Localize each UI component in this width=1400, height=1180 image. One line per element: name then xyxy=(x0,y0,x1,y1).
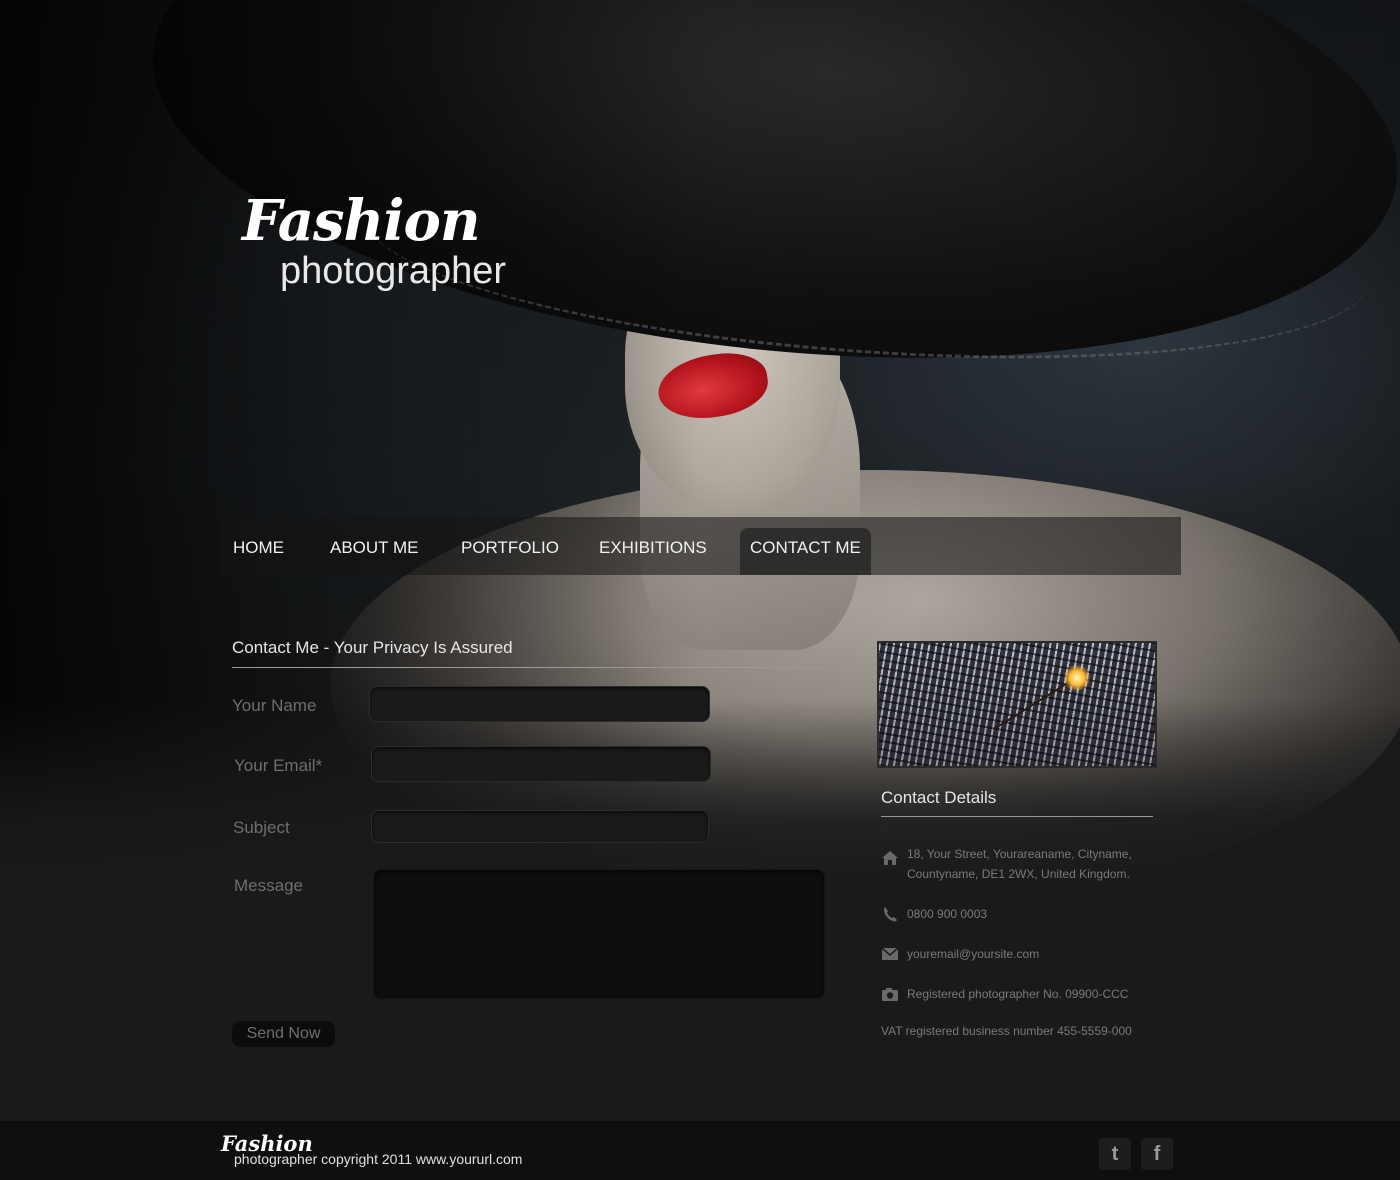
nav-exhibitions[interactable]: EXHIBITIONS xyxy=(599,517,707,575)
street-lamp xyxy=(1064,665,1090,691)
name-label: Your Name xyxy=(232,696,317,715)
nav-about-me[interactable]: ABOUT ME xyxy=(330,517,418,575)
email-address[interactable]: youremail@yoursite.com xyxy=(907,944,1039,964)
send-now-button[interactable]: Send Now xyxy=(232,1021,335,1047)
nav-portfolio[interactable]: PORTFOLIO xyxy=(461,517,559,575)
mail-icon xyxy=(881,947,899,960)
contact-form-title: Contact Me - Your Privacy Is Assured xyxy=(232,638,513,657)
facebook-icon[interactable]: f xyxy=(1141,1138,1173,1170)
phone-number[interactable]: 0800 900 0003 xyxy=(907,904,987,924)
subject-label: Subject xyxy=(233,818,290,837)
twitter-icon[interactable]: t xyxy=(1099,1138,1131,1170)
nav-home[interactable]: HOME xyxy=(233,517,284,575)
footer xyxy=(0,1121,1400,1180)
message-field[interactable] xyxy=(373,869,825,999)
phone-icon xyxy=(884,907,897,922)
name-field[interactable] xyxy=(369,686,710,722)
form-divider xyxy=(232,667,828,668)
logo-script[interactable]: Fashion xyxy=(242,188,481,254)
address-line-1: 18, Your Street, Yourareaname, Cityname, xyxy=(907,847,1132,861)
address-line-2: Countyname, DE1 2WX, United Kingdom. xyxy=(907,867,1130,881)
email-label: Your Email* xyxy=(234,756,323,775)
camera-icon xyxy=(882,988,898,1001)
nav-contact-me[interactable]: CONTACT ME xyxy=(740,528,871,575)
subject-field[interactable] xyxy=(371,810,709,843)
message-label: Message xyxy=(234,876,303,895)
contact-details-title: Contact Details xyxy=(881,788,997,807)
contact-details-divider xyxy=(881,816,1153,817)
registration-number: Registered photographer No. 09900-CCC xyxy=(907,987,1129,1001)
footer-copyright: photographer copyright 2011 www.yoururl.… xyxy=(234,1151,523,1167)
hero-background xyxy=(0,0,1400,1180)
logo-subtitle: photographer xyxy=(280,250,507,292)
building-windows xyxy=(879,643,1155,766)
main-nav: HOME ABOUT ME PORTFOLIO EXHIBITIONS CONT… xyxy=(220,517,1181,575)
vat-number: VAT registered business number 455-5559-… xyxy=(881,1024,1132,1038)
home-icon xyxy=(882,851,898,865)
building-photo xyxy=(877,641,1157,768)
email-field[interactable] xyxy=(371,746,711,782)
